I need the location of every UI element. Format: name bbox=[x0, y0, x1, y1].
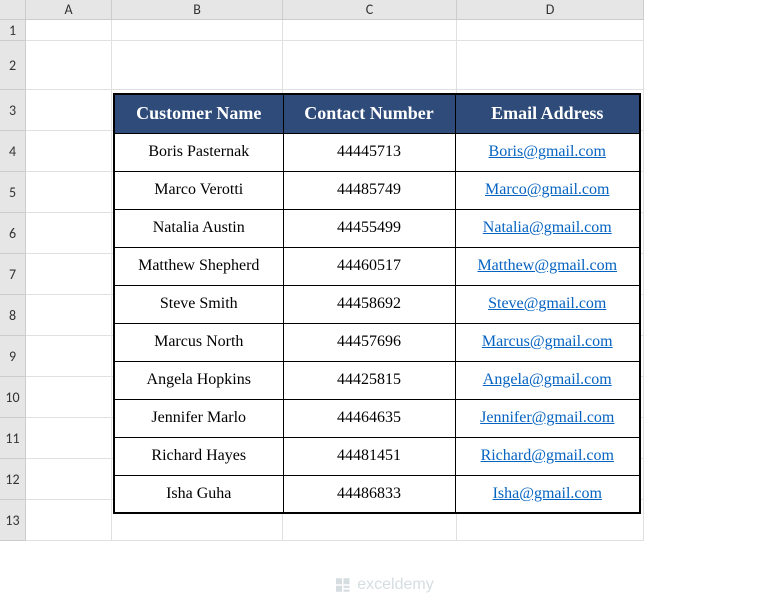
email-link[interactable]: Marco@gmail.com bbox=[485, 181, 609, 198]
exceldemy-logo-icon bbox=[333, 576, 351, 594]
table-row: Matthew Shepherd44460517 Matthew@gmail.co… bbox=[114, 247, 640, 285]
row-header-8[interactable]: 8 bbox=[0, 295, 26, 336]
cell-customer-name[interactable]: Isha Guha bbox=[114, 475, 283, 513]
email-link[interactable]: Angela@gmail.com bbox=[483, 371, 612, 388]
cell-contact-number[interactable]: 44486833 bbox=[283, 475, 455, 513]
row-header-10[interactable]: 10 bbox=[0, 377, 26, 418]
cell-email-address[interactable]: Marcus@gmail.com bbox=[455, 323, 640, 361]
watermark: exceldemy bbox=[333, 576, 433, 594]
row-header-12[interactable]: 12 bbox=[0, 459, 26, 500]
row-header-11[interactable]: 11 bbox=[0, 418, 26, 459]
table-row: Marco Verotti44485749 Marco@gmail.com bbox=[114, 171, 640, 209]
table-row: Steve Smith44458692 Steve@gmail.com bbox=[114, 285, 640, 323]
email-link[interactable]: Steve@gmail.com bbox=[488, 295, 606, 312]
cell-customer-name[interactable]: Matthew Shepherd bbox=[114, 247, 283, 285]
cell-contact-number[interactable]: 44425815 bbox=[283, 361, 455, 399]
column-headers: A B C D bbox=[26, 0, 644, 20]
table-row: Angela Hopkins44425815 Angela@gmail.com bbox=[114, 361, 640, 399]
row-header-4[interactable]: 4 bbox=[0, 131, 26, 172]
email-link[interactable]: Isha@gmail.com bbox=[493, 485, 602, 502]
header-customer-name[interactable]: Customer Name bbox=[114, 94, 283, 133]
table-row: Natalia Austin44455499 Natalia@gmail.com bbox=[114, 209, 640, 247]
cell-email-address[interactable]: Steve@gmail.com bbox=[455, 285, 640, 323]
col-header-d[interactable]: D bbox=[457, 0, 644, 20]
email-link[interactable]: Marcus@gmail.com bbox=[482, 333, 613, 350]
email-link[interactable]: Natalia@gmail.com bbox=[483, 219, 612, 236]
cell-email-address[interactable]: Natalia@gmail.com bbox=[455, 209, 640, 247]
col-header-a[interactable]: A bbox=[26, 0, 112, 20]
table-row: Isha Guha44486833 Isha@gmail.com bbox=[114, 475, 640, 513]
row-header-13[interactable]: 13 bbox=[0, 500, 26, 541]
watermark-text: exceldemy bbox=[357, 576, 433, 594]
cell-email-address[interactable]: Boris@gmail.com bbox=[455, 133, 640, 171]
cell-email-address[interactable]: Jennifer@gmail.com bbox=[455, 399, 640, 437]
cell-customer-name[interactable]: Marcus North bbox=[114, 323, 283, 361]
row-header-9[interactable]: 9 bbox=[0, 336, 26, 377]
email-link[interactable]: Jennifer@gmail.com bbox=[480, 409, 614, 426]
cell-contact-number[interactable]: 44481451 bbox=[283, 437, 455, 475]
table-header-row: Customer Name Contact Number Email Addre… bbox=[114, 94, 640, 133]
table-row: Marcus North44457696 Marcus@gmail.com bbox=[114, 323, 640, 361]
cell-customer-name[interactable]: Angela Hopkins bbox=[114, 361, 283, 399]
cell-email-address[interactable]: Richard@gmail.com bbox=[455, 437, 640, 475]
cell-email-address[interactable]: Angela@gmail.com bbox=[455, 361, 640, 399]
col-header-b[interactable]: B bbox=[112, 0, 283, 20]
table-row: Boris Pasternak44445713 Boris@gmail.com bbox=[114, 133, 640, 171]
row-header-6[interactable]: 6 bbox=[0, 213, 26, 254]
table-row: Jennifer Marlo44464635 Jennifer@gmail.com bbox=[114, 399, 640, 437]
cell-email-address[interactable]: Isha@gmail.com bbox=[455, 475, 640, 513]
cell-contact-number[interactable]: 44445713 bbox=[283, 133, 455, 171]
header-email-address[interactable]: Email Address bbox=[455, 94, 640, 133]
row-header-7[interactable]: 7 bbox=[0, 254, 26, 295]
cell-customer-name[interactable]: Steve Smith bbox=[114, 285, 283, 323]
row-header-1[interactable]: 1 bbox=[0, 20, 26, 41]
cell-contact-number[interactable]: 44485749 bbox=[283, 171, 455, 209]
cell-customer-name[interactable]: Boris Pasternak bbox=[114, 133, 283, 171]
table-row: Richard Hayes44481451 Richard@gmail.com bbox=[114, 437, 640, 475]
header-contact-number[interactable]: Contact Number bbox=[283, 94, 455, 133]
cell-customer-name[interactable]: Marco Verotti bbox=[114, 171, 283, 209]
email-link[interactable]: Richard@gmail.com bbox=[481, 447, 614, 464]
cell-email-address[interactable]: Marco@gmail.com bbox=[455, 171, 640, 209]
cell-customer-name[interactable]: Natalia Austin bbox=[114, 209, 283, 247]
cell-contact-number[interactable]: 44455499 bbox=[283, 209, 455, 247]
row-header-2[interactable]: 2 bbox=[0, 41, 26, 90]
customer-table: Customer Name Contact Number Email Addre… bbox=[113, 93, 641, 514]
cell-contact-number[interactable]: 44460517 bbox=[283, 247, 455, 285]
col-header-c[interactable]: C bbox=[283, 0, 457, 20]
row-headers: 1 2 3 4 5 6 7 8 9 10 11 12 13 bbox=[0, 20, 26, 541]
row-header-3[interactable]: 3 bbox=[0, 90, 26, 131]
select-all-corner[interactable] bbox=[0, 0, 26, 20]
cell-contact-number[interactable]: 44457696 bbox=[283, 323, 455, 361]
cell-contact-number[interactable]: 44464635 bbox=[283, 399, 455, 437]
cell-contact-number[interactable]: 44458692 bbox=[283, 285, 455, 323]
email-link[interactable]: Matthew@gmail.com bbox=[477, 257, 617, 274]
row-header-5[interactable]: 5 bbox=[0, 172, 26, 213]
email-link[interactable]: Boris@gmail.com bbox=[489, 143, 606, 160]
cell-customer-name[interactable]: Richard Hayes bbox=[114, 437, 283, 475]
cell-customer-name[interactable]: Jennifer Marlo bbox=[114, 399, 283, 437]
cell-email-address[interactable]: Matthew@gmail.com bbox=[455, 247, 640, 285]
